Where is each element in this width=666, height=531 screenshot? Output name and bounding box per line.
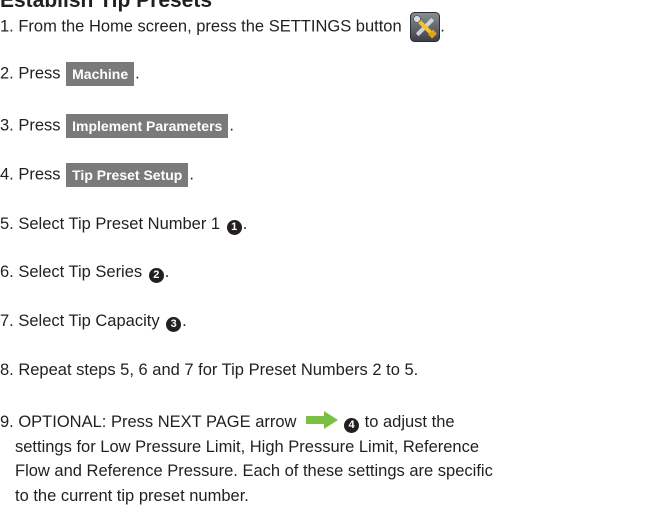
machine-button[interactable]: Machine [66,62,135,86]
step-2-text: 2. Press [0,64,61,83]
step-3: 3. Press Implement Parameters. [0,114,234,138]
step-5: 5. Select Tip Preset Number 1 1. [0,214,247,235]
step-6-end: . [164,263,170,281]
step-1-text: 1. From the Home screen, press the SETTI… [0,17,402,36]
callout-2: 2 [148,268,164,283]
step-9-line-4: to the current tip preset number. [15,486,249,505]
step-9-post: to adjust the [360,413,455,431]
step-6: 6. Select Tip Series 2. [0,262,169,283]
implement-parameters-button[interactable]: Implement Parameters [66,114,229,138]
step-1: 1. From the Home screen, press the SETTI… [0,12,445,42]
callout-3: 3 [166,317,182,332]
step-5-end: . [242,215,248,233]
step-2-end: . [135,64,140,83]
step-3-end: . [229,116,234,135]
tip-preset-setup-button[interactable]: Tip Preset Setup [66,163,189,187]
step-9-line-3: Flow and Reference Pressure. Each of the… [15,462,493,480]
step-3-text: 3. Press [0,116,61,135]
callout-4: 4 [344,418,360,433]
step-2: 2. Press Machine. [0,62,140,86]
callout-1: 1 [226,220,242,235]
step-4: 4. Press Tip Preset Setup. [0,163,194,187]
step-7-end: . [182,312,187,330]
step-4-end: . [189,165,194,184]
step-5-text: 5. Select Tip Preset Number 1 [0,215,221,233]
step-7-text: 7. Select Tip Capacity [0,312,160,330]
step-8: 8. Repeat steps 5, 6 and 7 for Tip Prese… [0,360,418,380]
step-8-text: 8. Repeat steps 5, 6 and 7 for Tip Prese… [0,361,419,379]
step-6-text: 6. Select Tip Series [0,263,143,281]
step-7: 7. Select Tip Capacity 3. [0,311,187,332]
step-9-line-2: settings for Low Pressure Limit, High Pr… [15,437,480,456]
step-1-end: . [440,17,445,36]
step-9-text: 9. OPTIONAL: Press NEXT PAGE arrow [0,413,297,431]
settings-tools-icon [410,12,441,42]
step-9: 9. OPTIONAL: Press NEXT PAGE arrow 4 to … [0,410,660,508]
next-page-arrow-icon[interactable] [306,411,339,429]
step-4-text: 4. Press [0,165,61,184]
